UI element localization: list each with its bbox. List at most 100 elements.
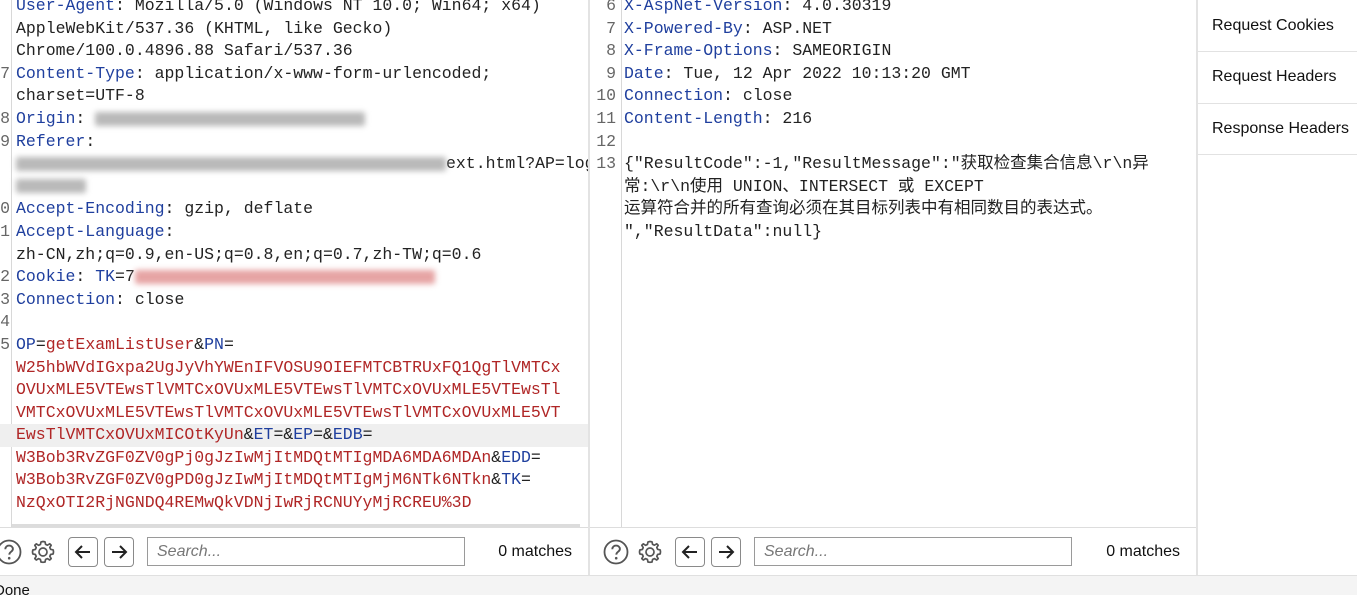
text-segment: =& bbox=[273, 425, 294, 445]
code-line[interactable]: Chrome/100.0.4896.88 Safari/537.36 bbox=[0, 40, 588, 63]
response-editor[interactable]: 6 X-AspNet-Version: 4.0.30319 7 X-Powered-B… bbox=[590, 0, 1196, 527]
code-line[interactable]: 1 Accept-Language: bbox=[0, 221, 588, 244]
code-line[interactable]: 6 X-AspNet-Version: 4.0.30319 bbox=[590, 0, 1196, 18]
header-name: Date bbox=[624, 63, 664, 83]
header-name: Cookie bbox=[16, 267, 76, 287]
line-text: ","ResultData":null} bbox=[624, 221, 822, 244]
header-name: Accept-Language bbox=[16, 221, 165, 241]
text-segment: : bbox=[164, 221, 175, 241]
code-line[interactable]: 10 Connection: close bbox=[590, 85, 1196, 108]
code-line[interactable]: 8 Origin: bbox=[0, 108, 588, 131]
help-icon[interactable] bbox=[601, 537, 631, 567]
text-segment: & bbox=[491, 470, 502, 490]
line-text: charset=UTF-8 bbox=[16, 85, 145, 108]
text-segment: =& bbox=[313, 425, 333, 445]
code-line[interactable]: ","ResultData":null} bbox=[590, 221, 1196, 244]
request-editor[interactable]: User-Agent: Mozilla/5.0 (Windows NT 10.0… bbox=[0, 0, 588, 527]
line-text: Origin: bbox=[16, 108, 366, 131]
text-segment: : close bbox=[723, 86, 793, 106]
header-name: Connection bbox=[624, 86, 724, 106]
arrow-left-icon bbox=[74, 544, 90, 559]
code-line[interactable]: ext.html?AP=log bbox=[0, 153, 588, 176]
text-segment: {"ResultCode":-1,"ResultMessage":"获取检查集合… bbox=[624, 154, 1149, 174]
arrow-left-icon bbox=[681, 544, 697, 559]
inspector-request-cookies[interactable]: Request Cookies bbox=[1198, 0, 1357, 52]
text-segment: : close bbox=[115, 289, 185, 309]
code-line[interactable]: 4 bbox=[0, 311, 588, 334]
code-line[interactable]: NzQxOTI2RjNGNDQ4REMwQkVDNjIwRjRCNUYyMjRC… bbox=[0, 492, 588, 515]
code-line[interactable]: W25hbWVdIGxpa2UgJyVhYWEnIFVOSU9OIEFMTCBT… bbox=[0, 357, 588, 380]
code-line[interactable]: 12 bbox=[590, 131, 1196, 154]
code-line[interactable]: 9 Date: Tue, 12 Apr 2022 10:13:20 GMT bbox=[590, 63, 1196, 86]
code-line[interactable]: 常:\r\n使用 UNION、INTERSECT 或 EXCEPT bbox=[590, 176, 1196, 199]
code-line[interactable]: 7 X-Powered-By: ASP.NET bbox=[590, 18, 1196, 41]
code-line[interactable]: 2 Cookie: TK=7 bbox=[0, 266, 588, 289]
code-line[interactable]: 9 Referer: bbox=[0, 131, 588, 154]
code-line[interactable]: EwsTlVMTCxOVUxMICOtKyUn&ET=&EP=&EDB= bbox=[0, 424, 588, 447]
redacted-value bbox=[16, 179, 86, 194]
line-number: 13 bbox=[596, 154, 616, 174]
code-line[interactable]: OVUxMLE5VTEwsTlVMTCxOVUxMLE5VTEwsTlVMTCx… bbox=[0, 379, 588, 402]
line-number: 12 bbox=[596, 131, 616, 151]
code-line[interactable] bbox=[0, 176, 588, 199]
param-name: TK bbox=[501, 470, 521, 490]
text-segment: : 4.0.30319 bbox=[782, 0, 892, 15]
text-segment: & bbox=[491, 447, 502, 467]
line-text: W3Bob3RvZGF0ZV0gPj0gJzIwMjItMDQtMTIgMDA6… bbox=[16, 447, 541, 470]
param-name: PN bbox=[204, 334, 224, 354]
param-value: EwsTlVMTCxOVUxMICOtKyUn bbox=[16, 425, 244, 445]
code-line[interactable]: 11 Content-Length: 216 bbox=[590, 108, 1196, 131]
line-text: Content-Type: application/x-www-form-url… bbox=[16, 63, 491, 86]
code-line[interactable]: W3Bob3RvZGF0ZV0gPj0gJzIwMjItMDQtMTIgMDA6… bbox=[0, 447, 588, 470]
search-input[interactable] bbox=[754, 537, 1072, 566]
next-match-button[interactable] bbox=[104, 536, 134, 567]
line-text: Connection: close bbox=[624, 85, 792, 108]
redacted-value bbox=[16, 156, 446, 171]
code-line[interactable]: 3 Connection: close bbox=[0, 289, 588, 312]
param-value: OVUxMLE5VTEwsTlVMTCxOVUxMLE5VTEwsTlVMTCx… bbox=[16, 380, 561, 400]
line-text: OVUxMLE5VTEwsTlVMTCxOVUxMLE5VTEwsTlVMTCx… bbox=[16, 379, 561, 402]
code-line[interactable]: zh-CN,zh;q=0.9,en-US;q=0.8,en;q=0.7,zh-T… bbox=[0, 244, 588, 267]
arrow-right-icon bbox=[112, 544, 128, 559]
code-line[interactable]: 运算符合并的所有查询必须在其目标列表中有相同数目的表达式。 bbox=[590, 198, 1196, 221]
code-line[interactable]: W3Bob3RvZGF0ZV0gPD0gJzIwMjItMDQtMTIgMjM6… bbox=[0, 469, 588, 492]
gear-icon[interactable] bbox=[28, 537, 58, 567]
next-match-button[interactable] bbox=[711, 536, 741, 567]
status-text: Done bbox=[0, 582, 30, 595]
code-line[interactable]: VMTCxOVUxMLE5VTEwsTlVMTCxOVUxMLE5VTEwsTl… bbox=[0, 402, 588, 425]
line-text bbox=[16, 176, 86, 199]
inspector-request-headers[interactable]: Request Headers bbox=[1198, 52, 1357, 104]
text-segment: = bbox=[223, 334, 234, 354]
header-name: Origin bbox=[16, 108, 76, 128]
code-line[interactable]: charset=UTF-8 bbox=[0, 85, 588, 108]
inspector-response-headers[interactable]: Response Headers bbox=[1198, 104, 1357, 155]
line-number: 7 bbox=[0, 63, 10, 83]
code-line[interactable]: 5 OP=getExamListUser&PN= bbox=[0, 334, 588, 357]
text-segment: ","ResultData":null} bbox=[624, 221, 823, 241]
help-icon[interactable] bbox=[0, 537, 24, 567]
status-bar: Done bbox=[0, 575, 1357, 595]
text-segment: charset=UTF-8 bbox=[16, 86, 145, 106]
line-text: X-Powered-By: ASP.NET bbox=[624, 18, 832, 41]
inspector-panel: Request Cookies Request Headers Response… bbox=[1198, 0, 1357, 575]
text-segment: : bbox=[85, 131, 96, 151]
code-line[interactable]: 13 {"ResultCode":-1,"ResultMessage":"获取检查… bbox=[590, 153, 1196, 176]
line-number: 3 bbox=[0, 289, 10, 309]
line-text: 常:\r\n使用 UNION、INTERSECT 或 EXCEPT bbox=[624, 176, 984, 199]
code-line[interactable]: User-Agent: Mozilla/5.0 (Windows NT 10.0… bbox=[0, 0, 588, 18]
line-text: W25hbWVdIGxpa2UgJyVhYWEnIFVOSU9OIEFMTCBT… bbox=[16, 357, 561, 380]
line-number: 6 bbox=[606, 0, 616, 15]
gear-icon[interactable] bbox=[635, 537, 665, 567]
request-code[interactable]: User-Agent: Mozilla/5.0 (Windows NT 10.0… bbox=[0, 0, 588, 515]
code-line[interactable]: AppleWebKit/537.36 (KHTML, like Gecko) bbox=[0, 18, 588, 41]
previous-match-button[interactable] bbox=[675, 536, 705, 567]
param-value: W3Bob3RvZGF0ZV0gPj0gJzIwMjItMDQtMTIgMDA6… bbox=[16, 447, 492, 467]
code-line[interactable]: 8 X-Frame-Options: SAMEORIGIN bbox=[590, 40, 1196, 63]
text-segment: Chrome/100.0.4896.88 Safari/537.36 bbox=[16, 41, 353, 61]
text-segment: : application/x-www-form-urlencoded; bbox=[134, 63, 492, 83]
code-line[interactable]: 7 Content-Type: application/x-www-form-ur… bbox=[0, 63, 588, 86]
previous-match-button[interactable] bbox=[68, 536, 98, 567]
search-input[interactable] bbox=[147, 537, 465, 566]
code-line[interactable]: 0 Accept-Encoding: gzip, deflate bbox=[0, 198, 588, 221]
response-code[interactable]: 6 X-AspNet-Version: 4.0.30319 7 X-Powered-B… bbox=[590, 0, 1196, 244]
